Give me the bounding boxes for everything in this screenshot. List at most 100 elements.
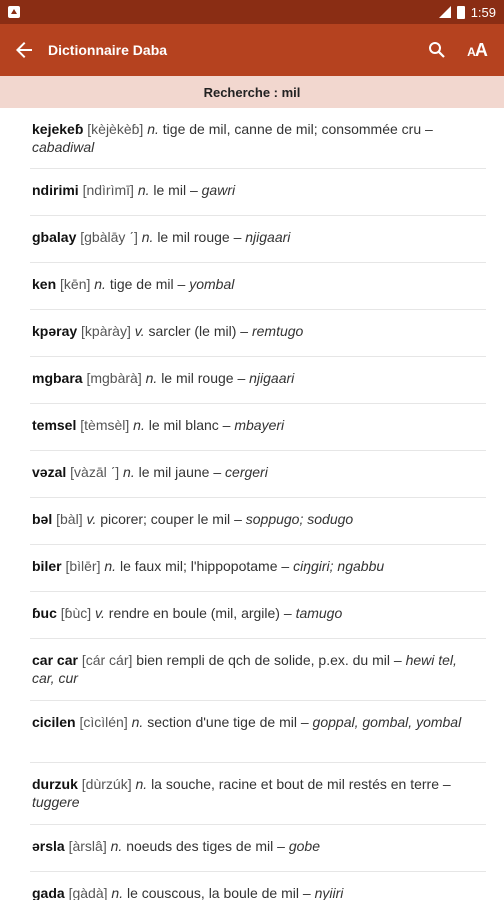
list-item[interactable]: vəzal [vàzāl ˊ] n. le mil jaune – cerger… bbox=[30, 451, 486, 498]
entry-phonetic: [ɓùc] bbox=[60, 605, 92, 621]
entry-separator: – bbox=[189, 182, 198, 198]
entry-translation: cergeri bbox=[225, 464, 268, 480]
entry-headword: gbalay bbox=[32, 229, 77, 245]
entry-separator: – bbox=[302, 885, 311, 900]
entry-phonetic: [cár cár] bbox=[81, 652, 133, 668]
entry-separator: – bbox=[277, 838, 285, 854]
entry-pos: n. bbox=[133, 417, 145, 433]
list-item[interactable]: ərsla [àrslâ] n. noeuds des tiges de mil… bbox=[30, 825, 486, 872]
list-item[interactable]: ndirimi [ndìrìmī] n. le mil – gawri bbox=[30, 169, 486, 216]
search-button[interactable] bbox=[418, 24, 456, 76]
list-item[interactable]: gbalay [gbàlāy ˊ] n. le mil rouge – njig… bbox=[30, 216, 486, 263]
entry-translation: goppal, gombal, yombal bbox=[312, 714, 462, 730]
back-button[interactable] bbox=[0, 24, 48, 76]
entry-headword: ken bbox=[32, 276, 57, 292]
entry-phonetic: [gàdà] bbox=[68, 885, 108, 900]
entry-pos: n. bbox=[135, 776, 148, 792]
entry-phonetic: [gbàlāy ˊ] bbox=[80, 229, 138, 245]
entry-separator: – bbox=[222, 417, 231, 433]
entry-translation: njigaari bbox=[249, 370, 295, 386]
entry-pos: n. bbox=[104, 558, 117, 574]
entry-headword: cicilen bbox=[32, 714, 76, 730]
entry-phonetic: [vàzāl ˊ] bbox=[70, 464, 120, 480]
status-bar: 1:59 bbox=[0, 0, 504, 24]
entry-phonetic: [mgbàrà] bbox=[86, 370, 142, 386]
entry-separator: – bbox=[234, 511, 242, 527]
list-item[interactable]: gada [gàdà] n. le couscous, la boule de … bbox=[30, 872, 486, 900]
entry-translation: cabadiwal bbox=[32, 139, 95, 155]
entry-separator: – bbox=[300, 714, 309, 730]
entry-headword: ɓuc bbox=[32, 605, 57, 621]
entry-translation: tamugo bbox=[295, 605, 343, 621]
entry-translation: gobe bbox=[288, 838, 321, 854]
entry-headword: mgbara bbox=[32, 370, 83, 386]
entry-phonetic: [kpàrày] bbox=[81, 323, 131, 339]
entry-definition: le mil jaune bbox=[138, 464, 210, 480]
entry-definition: tige de mil, canne de mil; consommée cru bbox=[162, 121, 422, 137]
entry-translation: ciŋgiri; ngabbu bbox=[293, 558, 385, 574]
entry-separator: – bbox=[442, 776, 451, 792]
entry-separator: – bbox=[393, 652, 402, 668]
list-item[interactable]: kpəray [kpàrày] v. sarcler (le mil) – re… bbox=[30, 310, 486, 357]
search-icon bbox=[429, 42, 445, 58]
entry-pos: v. bbox=[134, 323, 145, 339]
entry-pos: n. bbox=[110, 838, 123, 854]
list-item[interactable]: ken [kēn] n. tige de mil – yombal bbox=[30, 263, 486, 310]
font-size-icon: AA bbox=[467, 39, 488, 60]
entry-definition: bien rempli de qch de solide, p.ex. du m… bbox=[136, 652, 390, 668]
list-item[interactable]: temsel [tèmsèl] n. le mil blanc – mbayer… bbox=[30, 404, 486, 451]
entry-separator: – bbox=[240, 323, 249, 339]
list-item[interactable]: ɓuc [ɓùc] v. rendre en boule (mil, argil… bbox=[30, 592, 486, 639]
search-label: Recherche : mil bbox=[0, 76, 504, 108]
list-item[interactable]: mgbara [mgbàrà] n. le mil rouge – njigaa… bbox=[30, 357, 486, 404]
entry-definition: le mil bbox=[153, 182, 187, 198]
entry-translation: nyiiri bbox=[314, 885, 344, 900]
entry-phonetic: [tèmsèl] bbox=[80, 417, 130, 433]
entry-pos: n. bbox=[94, 276, 106, 292]
entry-definition: tige de mil bbox=[109, 276, 174, 292]
entry-pos: n. bbox=[111, 885, 124, 900]
entry-pos: n. bbox=[141, 229, 154, 245]
entry-translation: njigaari bbox=[245, 229, 291, 245]
entry-pos: v. bbox=[86, 511, 97, 527]
entry-definition: le mil blanc bbox=[148, 417, 219, 433]
entry-phonetic: [cìcìlén] bbox=[79, 714, 128, 730]
list-item[interactable]: bəl [bàl] v. picorer; couper le mil – so… bbox=[30, 498, 486, 545]
entry-separator: – bbox=[281, 558, 290, 574]
entry-headword: kpəray bbox=[32, 323, 78, 339]
entry-headword: durzuk bbox=[32, 776, 78, 792]
entry-headword: car car bbox=[32, 652, 78, 668]
list-item[interactable]: kejekeɓ [kèjèkèɓ] n. tige de mil, canne … bbox=[30, 108, 486, 169]
entry-pos: n. bbox=[137, 182, 150, 198]
entry-phonetic: [bàl] bbox=[56, 511, 83, 527]
list-item[interactable]: cicilen [cìcìlén] n. section d'une tige … bbox=[30, 701, 486, 763]
list-item[interactable]: car car [cár cár] bien rempli de qch de … bbox=[30, 639, 486, 701]
signal-icon bbox=[438, 6, 451, 18]
notification-icon bbox=[8, 6, 20, 18]
entry-phonetic: [kēn] bbox=[60, 276, 91, 292]
entry-definition: rendre en boule (mil, argile) bbox=[108, 605, 280, 621]
entry-phonetic: [kèjèkèɓ] bbox=[87, 121, 144, 137]
status-time: 1:59 bbox=[470, 4, 496, 20]
entry-translation: remtugo bbox=[251, 323, 304, 339]
entry-definition: le couscous, la boule de mil bbox=[126, 885, 299, 900]
entry-definition: sarcler (le mil) bbox=[148, 323, 237, 339]
list-item[interactable]: durzuk [dùrzúk] n. la souche, racine et … bbox=[30, 763, 486, 825]
entry-definition: picorer; couper le mil bbox=[100, 511, 231, 527]
entry-translation: yombal bbox=[189, 276, 235, 292]
entry-headword: ndirimi bbox=[32, 182, 79, 198]
entry-headword: temsel bbox=[32, 417, 77, 433]
list-item[interactable]: biler [bìlēr] n. le faux mil; l'hippopot… bbox=[30, 545, 486, 592]
entry-pos: n. bbox=[147, 121, 159, 137]
entry-translation: soppugo; sodugo bbox=[245, 511, 354, 527]
entry-translation: mbayeri bbox=[234, 417, 285, 433]
entry-separator: – bbox=[233, 229, 242, 245]
entry-separator: – bbox=[283, 605, 292, 621]
entry-pos: n. bbox=[131, 714, 144, 730]
entry-definition: la souche, racine et bout de mil restés … bbox=[151, 776, 439, 792]
entry-separator: – bbox=[213, 464, 222, 480]
entry-definition: section d'une tige de mil bbox=[147, 714, 297, 730]
font-size-button[interactable]: AA bbox=[458, 24, 496, 76]
entry-pos: n. bbox=[145, 370, 158, 386]
entry-pos: v. bbox=[95, 605, 105, 621]
